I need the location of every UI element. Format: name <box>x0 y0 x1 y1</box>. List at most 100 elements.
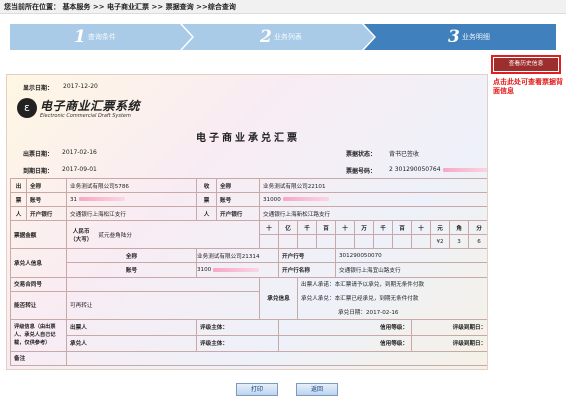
acceptor-bankname: 交通银行上海宜山路支行 <box>334 262 487 278</box>
bill-card: 显示日期： 2017-12-20 ε 电子商业汇票系统 Electronic C… <box>6 74 488 370</box>
due-date: 2017-09-01 <box>62 166 97 173</box>
button-bar: 打印 返回 <box>0 383 566 396</box>
payee-bank: 交通银行上海新松江路支行 <box>258 206 487 222</box>
amount-digit <box>259 234 279 250</box>
drawer-side-1: 出 <box>10 177 27 194</box>
acceptor-bankno-label: 开户行号 <box>278 248 336 264</box>
rating-grade-label: 信用等级： <box>278 334 412 352</box>
amount-digit <box>278 234 298 250</box>
remark-value <box>65 350 487 367</box>
step-3-label: 业务明细 <box>461 33 490 41</box>
contract-value <box>66 276 260 292</box>
acceptor-name-label: 全称 <box>66 248 197 264</box>
bill-number: 2 301290050764 <box>389 166 487 173</box>
acceptor-bankname-label: 开户行名称 <box>278 262 336 278</box>
drawer-account: 31 <box>66 192 197 208</box>
amount-digit: 3 <box>449 234 469 250</box>
drawer-bank-label: 开户银行 <box>26 206 67 222</box>
accept-info-label: 承兑信息 <box>259 276 298 320</box>
drawer-promise: 出票人承诺：本汇票请予以承兑，到期无条件付款 <box>296 276 487 292</box>
amount-unit: 分 <box>467 220 487 236</box>
amount-digit: 6 <box>467 234 487 250</box>
accept-date: 承兑日期：2017-02-16 <box>296 305 487 320</box>
issue-date: 2017-02-16 <box>62 149 97 156</box>
amount-unit: 角 <box>449 220 469 236</box>
amount-unit: 十 <box>259 220 279 236</box>
acceptor-promise: 承兑人承兑：本汇票已经承兑，到期无条件付款 <box>296 291 487 306</box>
drawer-name-label: 全称 <box>26 177 67 194</box>
payee-side-3: 人 <box>196 206 217 222</box>
payee-side-1: 收 <box>196 177 217 194</box>
step-3: 3 业务明细 <box>448 24 490 50</box>
amount-digit <box>411 234 431 250</box>
transfer-value: 可再转让 <box>66 290 260 320</box>
bill-table: 出 全称 业务测试有限公司5786 收 全称 业务测试有限公司22101 票 账… <box>10 177 487 367</box>
logo-cn-text: 电子商业汇票系统 <box>40 99 141 113</box>
step-1-number: 1 <box>74 27 86 47</box>
rating-expire-label: 评级到期日： <box>410 334 487 352</box>
payee-bank-label: 开户银行 <box>216 206 260 222</box>
breadcrumb-item-basic-service[interactable]: 基本服务 <box>62 3 90 11</box>
payee-name-label: 全称 <box>216 177 260 194</box>
view-history-button[interactable]: 查看历史信息 <box>491 55 561 74</box>
amount-unit: 亿 <box>278 220 298 236</box>
bill-number-value: 2 301290050764 <box>389 166 441 173</box>
due-date-label: 到期日期： <box>23 168 54 175</box>
step-2-number: 2 <box>260 27 272 47</box>
amount-unit: 百 <box>392 220 412 236</box>
display-date-label: 显示日期： <box>23 85 54 92</box>
breadcrumb-prefix: 您当前所在位置： <box>4 3 60 11</box>
step-bar: 1 查询条件 2 业务列表 3 业务明细 <box>10 24 556 50</box>
remark-label: 备注 <box>10 350 67 367</box>
drawer-bank: 交通银行上海松江支行 <box>66 206 197 222</box>
drawer-account-label: 账号 <box>26 192 67 208</box>
payee-name: 业务测试有限公司22101 <box>258 177 487 194</box>
amount-digit: ¥2 <box>430 234 450 250</box>
rating-subject-label: 评级主体： <box>196 318 279 336</box>
back-button[interactable]: 返回 <box>296 383 338 396</box>
amount-digit <box>297 234 317 250</box>
amount-unit: 百 <box>316 220 336 236</box>
breadcrumb-item-ecds[interactable]: 电子商业汇票 <box>107 3 149 11</box>
amount-unit: 元 <box>430 220 450 236</box>
accept-date-label: 承兑日期： <box>338 309 366 316</box>
drawer-side-2: 票 <box>10 192 27 208</box>
accept-date-value: 2017-02-16 <box>365 309 399 316</box>
acceptor-name: 业务测试有限公司21314 <box>196 248 279 264</box>
bill-title: 电子商业承兑汇票 <box>196 133 300 144</box>
amount-unit: 万 <box>354 220 374 236</box>
step-2: 2 业务列表 <box>260 24 302 50</box>
acceptor-promise-text: 本汇票已经承兑，到期无条件付款 <box>334 296 419 303</box>
drawer-account-value: 31 <box>70 196 78 203</box>
amount-words: 贰元叁角陆分 <box>98 232 132 239</box>
redaction-mask <box>282 197 329 202</box>
drawer-side-3: 人 <box>10 206 27 222</box>
amount-unit: 千 <box>373 220 393 236</box>
bill-number-label: 票据号码： <box>346 168 377 175</box>
print-button[interactable]: 打印 <box>236 383 278 396</box>
step-1-label: 查询条件 <box>87 33 116 41</box>
redaction-mask <box>79 197 126 202</box>
ecds-logo: ε 电子商业汇票系统 Electronic Commercial Draft S… <box>17 98 167 122</box>
breadcrumb-item-bill-query[interactable]: 票据查询 <box>166 3 194 11</box>
amount-digit <box>392 234 412 250</box>
amount-label: 票据金额 <box>10 220 67 250</box>
amount-unit: 千 <box>297 220 317 236</box>
payee-account-label: 账号 <box>216 192 260 208</box>
annotation-note: 点击此处可查看票据背面信息 <box>493 78 563 95</box>
status-label: 票据状态： <box>346 151 377 158</box>
payee-account: 31000 <box>258 192 487 208</box>
payee-account-value: 31000 <box>263 196 281 203</box>
rating-expire-label: 评级到期日： <box>410 318 487 336</box>
breadcrumb: 您当前所在位置： 基本服务 >> 电子商业汇票 >> 票据查询 >>综合查询 <box>0 0 566 14</box>
view-history-label: 查看历史信息 <box>494 58 558 71</box>
rating-label: 评级信息（由出票人、承兑人自己记载，仅供参考） <box>10 318 67 352</box>
transfer-label: 能否转让 <box>10 290 67 320</box>
contract-label: 交易合同号 <box>10 276 67 292</box>
rating-grade-label: 信用等级： <box>278 318 412 336</box>
acceptor-account-label: 账号 <box>66 262 197 278</box>
step-3-number: 3 <box>448 27 460 47</box>
acceptor-info-label: 承兑人信息 <box>10 248 67 278</box>
amount-digit <box>373 234 393 250</box>
redaction-mask <box>442 167 487 172</box>
